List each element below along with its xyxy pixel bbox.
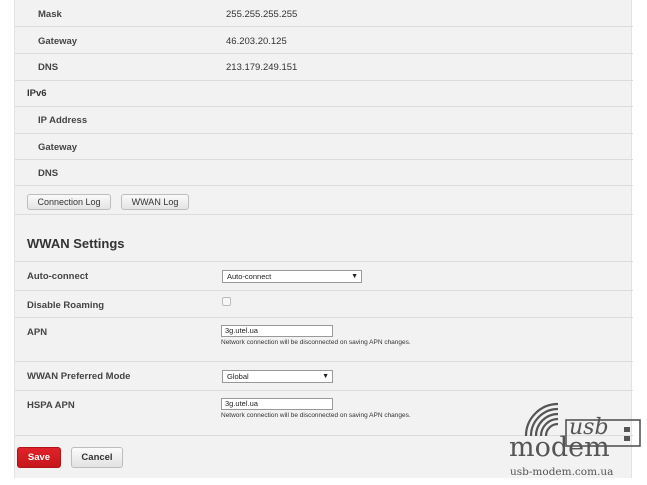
ipv6-section-label: IPv6 xyxy=(27,88,47,99)
save-button[interactable]: Save xyxy=(17,447,61,468)
watermark-url-text: usb-modem.com.ua xyxy=(510,466,614,478)
connection-log-button[interactable]: Connection Log xyxy=(27,194,111,210)
watermark-logo: usb modem usb-modem.com.ua xyxy=(500,396,645,482)
auto-connect-selected: Auto-connect xyxy=(227,272,272,281)
preferred-mode-label: WWAN Preferred Mode xyxy=(27,371,131,382)
mask-label: Mask xyxy=(38,9,62,20)
dropdown-arrow-icon: ▼ xyxy=(322,373,329,380)
preferred-mode-selected: Global xyxy=(227,372,249,381)
ipv6-section-row: IPv6 xyxy=(15,81,633,107)
dns-label: DNS xyxy=(38,62,59,73)
gateway-value: 46.203.20.125 xyxy=(226,36,287,47)
preferred-mode-select[interactable]: Global ▼ xyxy=(222,370,333,383)
ipv6-gateway-row: Gateway xyxy=(15,134,633,160)
apn-row: APN 3g.utel.ua Network connection will b… xyxy=(15,318,633,362)
wwan-log-button[interactable]: WWAN Log xyxy=(121,194,189,210)
ipv6-ip-address-row: IP Address xyxy=(15,107,633,134)
dns-value: 213.179.249.151 xyxy=(226,62,298,73)
auto-connect-select[interactable]: Auto-connect ▼ xyxy=(222,270,362,283)
hspa-apn-input[interactable]: 3g.utel.ua xyxy=(221,398,333,410)
hspa-apn-label: HSPA APN xyxy=(27,400,75,411)
apn-input[interactable]: 3g.utel.ua xyxy=(221,325,333,337)
dns-row: DNS 213.179.249.151 xyxy=(15,54,633,81)
disable-roaming-row: Disable Roaming xyxy=(15,291,633,318)
gateway-label: Gateway xyxy=(38,36,78,47)
auto-connect-label: Auto-connect xyxy=(27,271,89,282)
apn-label: APN xyxy=(27,327,48,338)
mask-row: Mask 255.255.255.255 xyxy=(15,0,633,27)
preferred-mode-row: WWAN Preferred Mode Global ▼ xyxy=(15,362,633,391)
cancel-button[interactable]: Cancel xyxy=(71,447,123,468)
mask-value: 255.255.255.255 xyxy=(226,9,298,20)
dropdown-arrow-icon: ▼ xyxy=(351,273,358,280)
log-buttons-row: Connection Log WWAN Log xyxy=(15,186,633,215)
apn-hint: Network connection will be disconnected … xyxy=(221,339,411,346)
disable-roaming-checkbox[interactable] xyxy=(222,297,231,306)
ipv6-dns-label: DNS xyxy=(38,168,59,179)
hspa-apn-hint: Network connection will be disconnected … xyxy=(221,412,411,419)
auto-connect-row: Auto-connect Auto-connect ▼ xyxy=(15,262,633,291)
wwan-settings-heading: WWAN Settings xyxy=(27,236,125,251)
ipv6-gateway-label: Gateway xyxy=(38,142,78,153)
watermark-modem-text: modem xyxy=(509,432,610,463)
gateway-row: Gateway 46.203.20.125 xyxy=(15,27,633,54)
ipv6-dns-row: DNS xyxy=(15,160,633,186)
ipv6-ip-address-label: IP Address xyxy=(38,115,88,126)
disable-roaming-label: Disable Roaming xyxy=(27,300,105,311)
